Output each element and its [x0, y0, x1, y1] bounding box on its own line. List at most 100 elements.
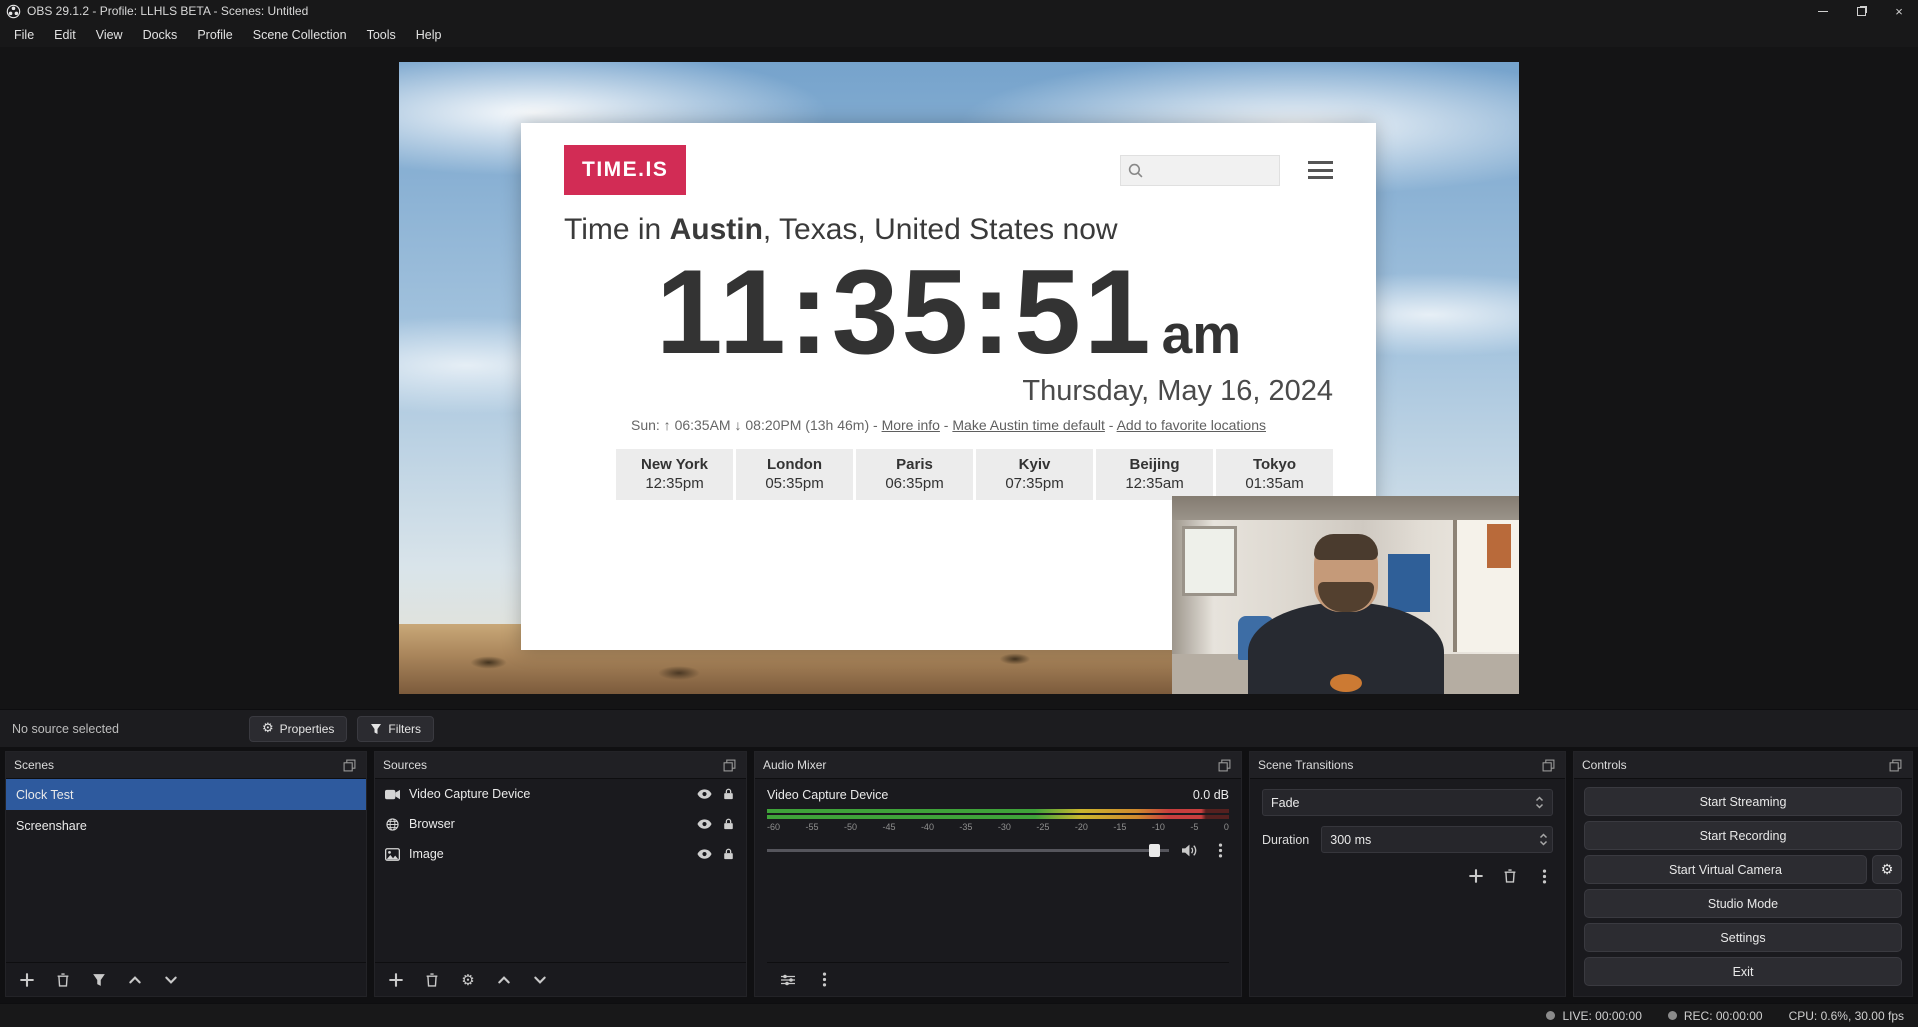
timeis-search-box: [1120, 155, 1280, 186]
spin-down-icon[interactable]: [1539, 840, 1548, 846]
popout-icon[interactable]: [340, 756, 358, 774]
visibility-eye-icon[interactable]: [697, 788, 712, 800]
status-bar: LIVE: 00:00:00 REC: 00:00:00 CPU: 0.6%, …: [0, 1003, 1918, 1027]
move-source-down-button[interactable]: [531, 971, 549, 989]
camera-icon: [385, 788, 400, 801]
move-scene-down-button[interactable]: [162, 971, 180, 989]
source-item-image[interactable]: Image: [375, 839, 746, 869]
menu-edit[interactable]: Edit: [44, 25, 86, 45]
spin-up-icon[interactable]: [1539, 833, 1548, 839]
controls-dock-header[interactable]: Controls: [1574, 752, 1912, 779]
start-recording-button[interactable]: Start Recording: [1584, 821, 1902, 850]
mixer-channel-name: Video Capture Device: [767, 788, 1193, 802]
lock-icon[interactable]: [721, 818, 736, 830]
popout-icon[interactable]: [1215, 756, 1233, 774]
lock-icon[interactable]: [721, 788, 736, 800]
rec-status-icon: [1668, 1011, 1677, 1020]
remove-transition-button[interactable]: [1501, 867, 1519, 885]
scene-item-clock-test[interactable]: Clock Test: [6, 779, 366, 810]
menu-tools[interactable]: Tools: [357, 25, 406, 45]
remove-scene-button[interactable]: [54, 971, 72, 989]
source-item-video-capture[interactable]: Video Capture Device: [375, 779, 746, 809]
channel-options-dots-icon[interactable]: [1211, 841, 1229, 859]
menu-view[interactable]: View: [86, 25, 133, 45]
sources-dock-title: Sources: [383, 758, 720, 772]
timeis-clock: 11:35:51: [656, 245, 1154, 379]
close-button[interactable]: ×: [1880, 0, 1918, 22]
controls-dock-title: Controls: [1582, 758, 1886, 772]
scenes-dock-title: Scenes: [14, 758, 340, 772]
preview-canvas[interactable]: TIME.IS Time in Austin, Texas, United St…: [399, 62, 1519, 694]
popout-icon[interactable]: [720, 756, 738, 774]
visibility-eye-icon[interactable]: [697, 818, 712, 830]
studio-mode-button[interactable]: Studio Mode: [1584, 889, 1902, 918]
transition-select[interactable]: Fade: [1262, 789, 1553, 816]
start-streaming-button[interactable]: Start Streaming: [1584, 787, 1902, 816]
timeis-city-boxes: New York12:35pm London05:35pm Paris06:35…: [521, 449, 1333, 500]
scene-filters-button[interactable]: [90, 971, 108, 989]
menu-help[interactable]: Help: [406, 25, 452, 45]
timeis-date: Thursday, May 16, 2024: [564, 375, 1333, 408]
gear-icon: ⚙: [262, 721, 274, 736]
visibility-eye-icon[interactable]: [697, 848, 712, 860]
audio-mixer-dock: Audio Mixer Video Capture Device 0.0 dB …: [754, 751, 1242, 997]
scenes-dock-header[interactable]: Scenes: [6, 752, 366, 779]
advanced-audio-icon[interactable]: [779, 971, 797, 989]
properties-button[interactable]: ⚙ Properties: [249, 716, 347, 742]
city-box-new-york: New York12:35pm: [616, 449, 733, 500]
lock-icon[interactable]: [721, 848, 736, 860]
menu-profile[interactable]: Profile: [187, 25, 242, 45]
city-box-beijing: Beijing12:35am: [1096, 449, 1213, 500]
settings-button[interactable]: Settings: [1584, 923, 1902, 952]
make-default-link: Make Austin time default: [952, 417, 1105, 433]
city-box-tokyo: Tokyo01:35am: [1216, 449, 1333, 500]
volume-slider-handle[interactable]: [1149, 844, 1160, 857]
menu-file[interactable]: File: [4, 25, 44, 45]
titlebar[interactable]: OBS 29.1.2 - Profile: LLHLS BETA - Scene…: [0, 0, 1918, 22]
restore-button[interactable]: [1842, 0, 1880, 22]
audio-mixer-dock-header[interactable]: Audio Mixer: [755, 752, 1241, 779]
popout-icon[interactable]: [1539, 756, 1557, 774]
add-favorite-link: Add to favorite locations: [1117, 417, 1266, 433]
add-source-button[interactable]: [387, 971, 405, 989]
transitions-dock-header[interactable]: Scene Transitions: [1250, 752, 1565, 779]
scene-item-screenshare[interactable]: Screenshare: [6, 810, 366, 841]
add-scene-button[interactable]: [18, 971, 36, 989]
transition-options-dots-icon[interactable]: [1535, 867, 1553, 885]
volume-meter: [767, 809, 1229, 819]
minimize-button[interactable]: [1804, 0, 1842, 22]
menu-docks[interactable]: Docks: [133, 25, 188, 45]
move-source-up-button[interactable]: [495, 971, 513, 989]
source-properties-button[interactable]: ⚙: [459, 971, 477, 989]
add-transition-button[interactable]: [1467, 867, 1485, 885]
timeis-header: TIME.IS: [521, 123, 1376, 195]
filters-button[interactable]: Filters: [357, 716, 434, 742]
city-box-paris: Paris06:35pm: [856, 449, 973, 500]
window-title: OBS 29.1.2 - Profile: LLHLS BETA - Scene…: [27, 4, 1804, 18]
sun-times: Sun: ↑ 06:35AM ↓ 08:20PM (13h 46m): [631, 417, 869, 433]
timeis-logo: TIME.IS: [564, 145, 686, 195]
webcam-source[interactable]: [1172, 496, 1519, 694]
mute-speaker-icon[interactable]: [1181, 841, 1199, 859]
popout-icon[interactable]: [1886, 756, 1904, 774]
timeis-sun-line: Sun: ↑ 06:35AM ↓ 08:20PM (13h 46m) - Mor…: [564, 417, 1333, 433]
move-scene-up-button[interactable]: [126, 971, 144, 989]
scene-transitions-dock: Scene Transitions Fade Duration 300 ms: [1249, 751, 1566, 997]
menu-scene-collection[interactable]: Scene Collection: [243, 25, 357, 45]
source-context-bar: No source selected ⚙ Properties Filters: [0, 709, 1918, 747]
start-virtual-camera-button[interactable]: Start Virtual Camera: [1584, 855, 1867, 884]
virtual-camera-settings-button[interactable]: ⚙: [1872, 855, 1902, 884]
exit-button[interactable]: Exit: [1584, 957, 1902, 986]
mixer-toolbar: [767, 962, 1229, 996]
city-box-london: London05:35pm: [736, 449, 853, 500]
source-item-browser[interactable]: Browser: [375, 809, 746, 839]
duration-spinbox[interactable]: 300 ms: [1321, 826, 1553, 853]
sources-dock-header[interactable]: Sources: [375, 752, 746, 779]
live-status-icon: [1546, 1011, 1555, 1020]
volume-slider[interactable]: [767, 842, 1169, 858]
mixer-options-dots-icon[interactable]: [815, 971, 833, 989]
remove-source-button[interactable]: [423, 971, 441, 989]
cpu-fps-status: CPU: 0.6%, 30.00 fps: [1789, 1009, 1904, 1023]
scenes-dock: Scenes Clock Test Screenshare: [5, 751, 367, 997]
filter-icon: [370, 723, 382, 735]
